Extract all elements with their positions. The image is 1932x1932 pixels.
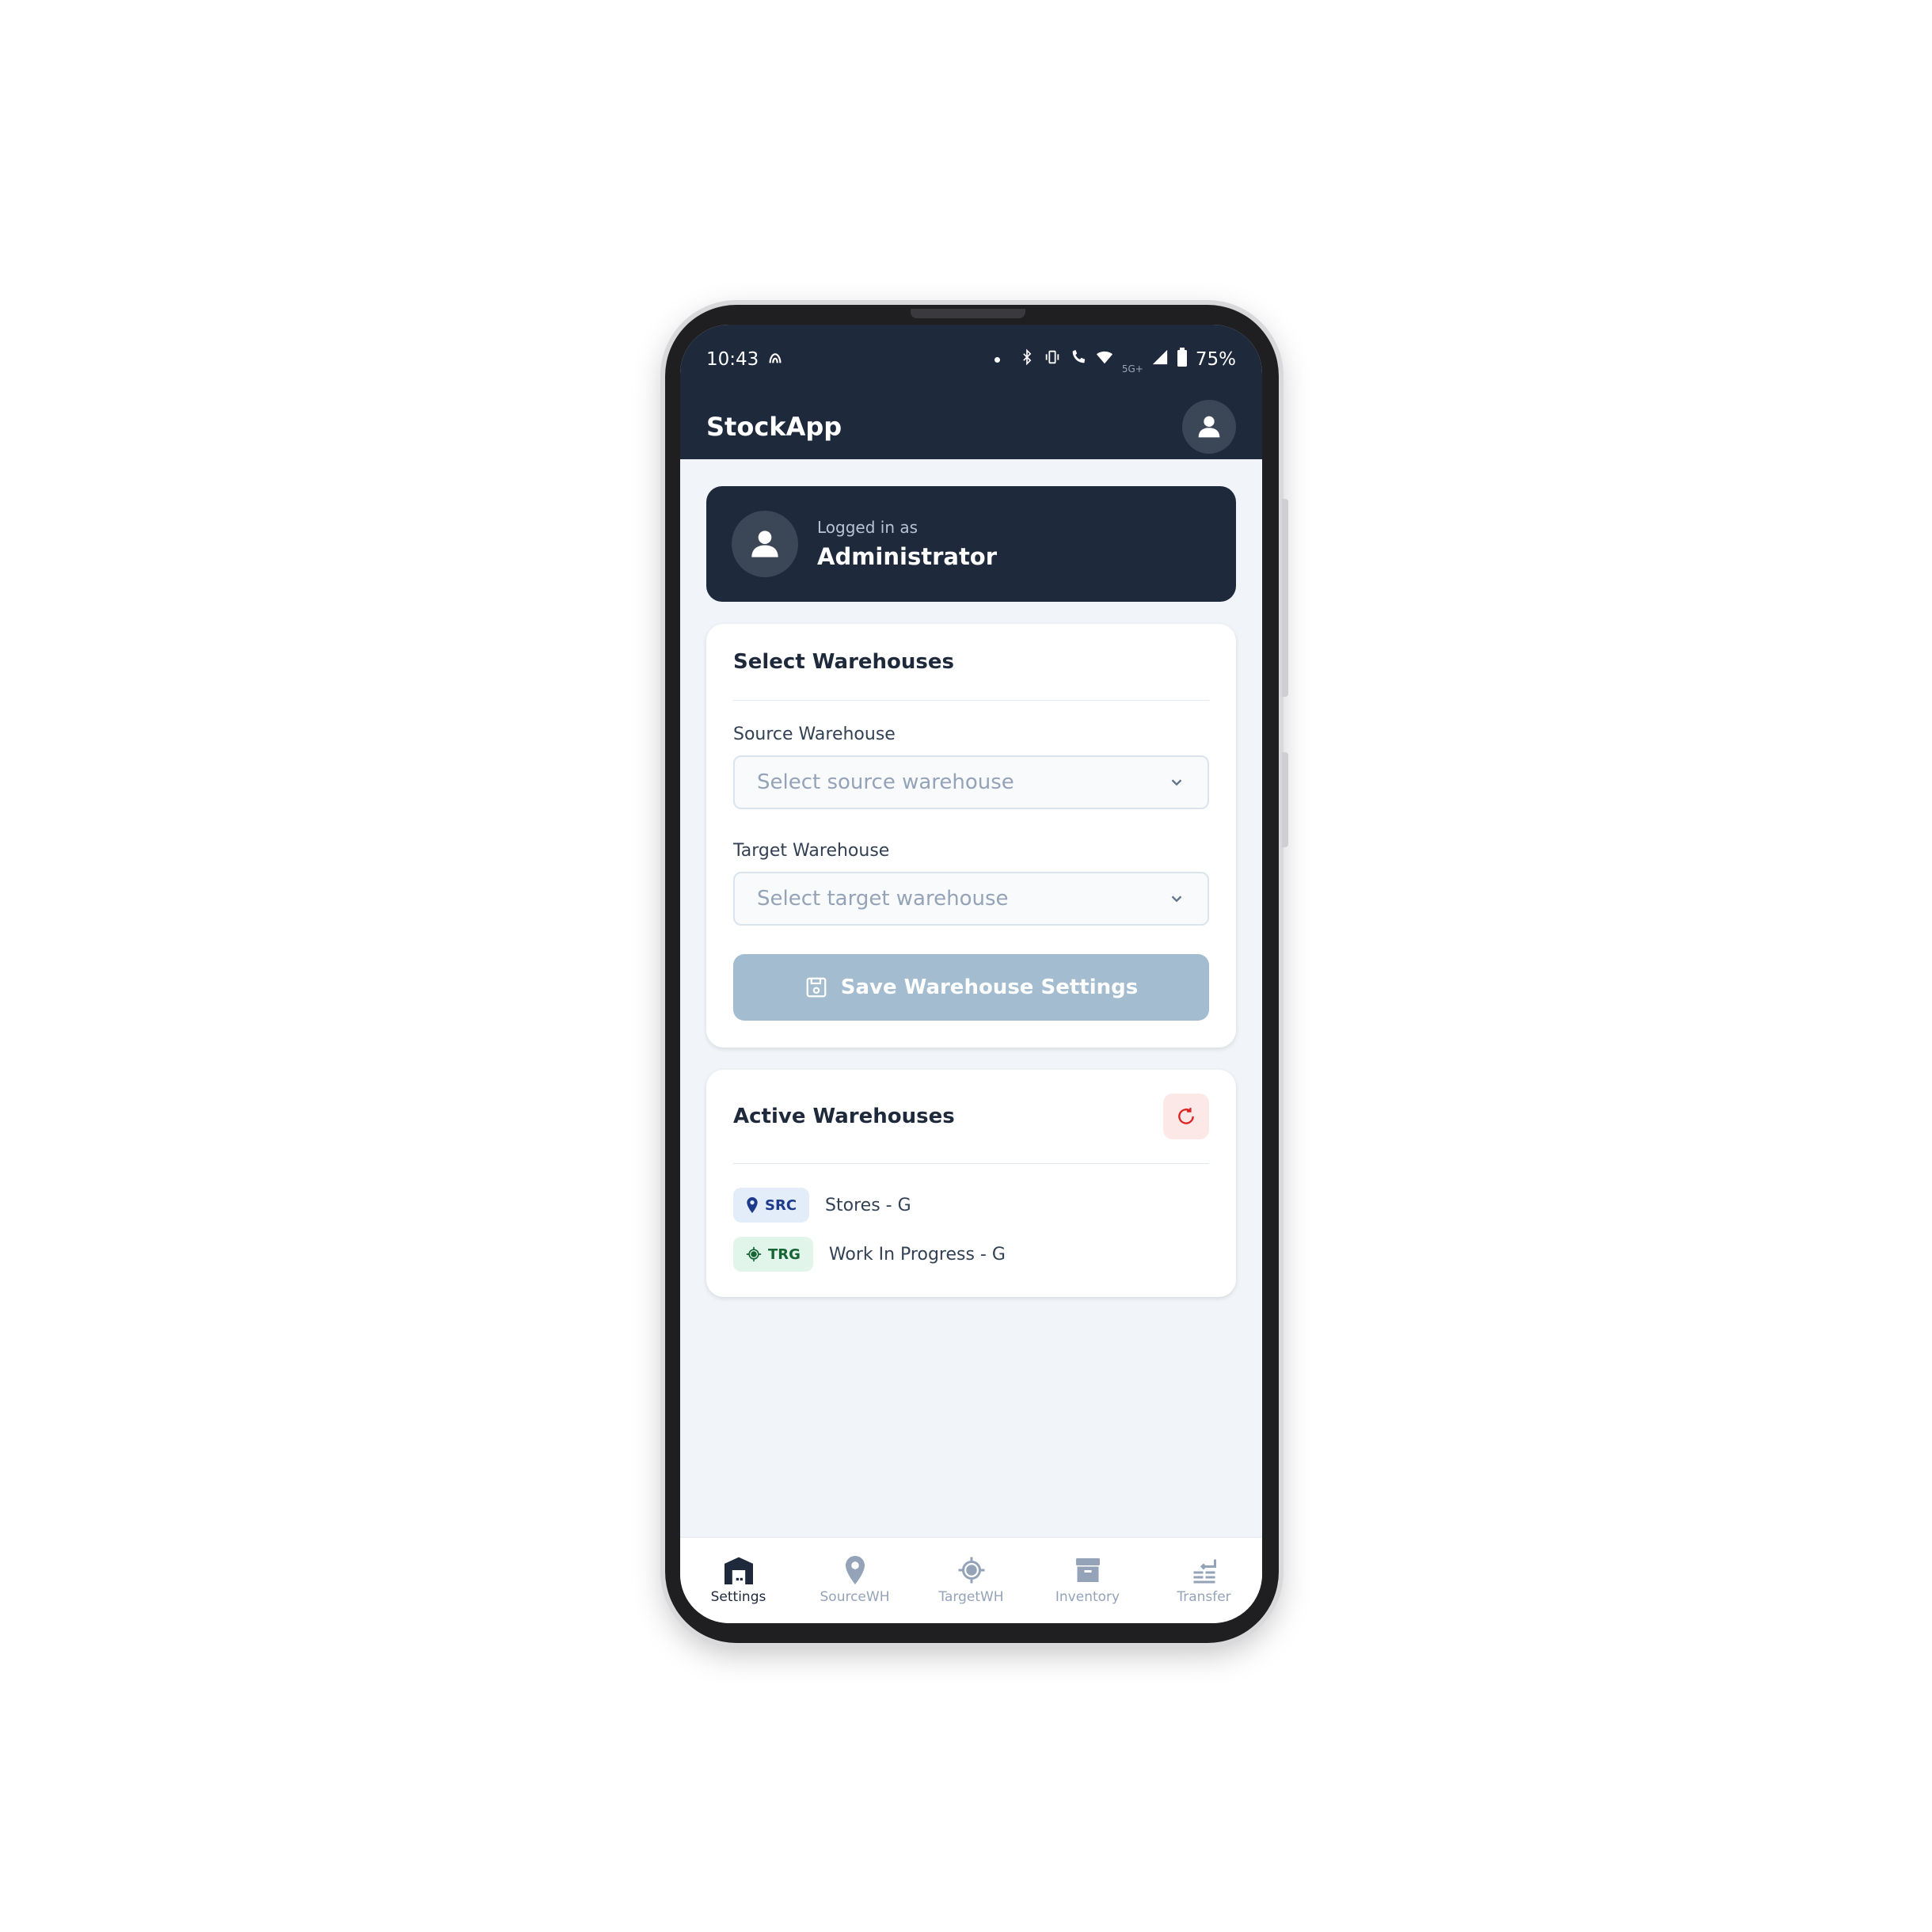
logged-in-label: Logged in as — [817, 518, 918, 537]
warehouse-icon — [724, 1557, 753, 1584]
target-warehouse-label: Target Warehouse — [733, 841, 890, 861]
map-pin-icon — [845, 1556, 865, 1584]
user-icon — [1198, 416, 1220, 438]
chevron-down-icon — [1171, 896, 1182, 903]
user-avatar — [732, 511, 798, 577]
phone-frame: 10:43 5G+ 75% StockApp Logged in as Admi… — [665, 305, 1288, 1643]
card-title: Select Warehouses — [733, 650, 955, 674]
map-pin-icon — [747, 1197, 758, 1213]
phone-speaker — [911, 309, 1025, 318]
notification-dot-icon — [994, 356, 1000, 363]
card-header: Active Warehouses — [733, 1070, 1209, 1164]
wifi-icon — [1095, 348, 1114, 371]
card-title: Active Warehouses — [733, 1105, 955, 1128]
wifi-call-icon — [1070, 348, 1087, 371]
nav-label: Settings — [710, 1589, 766, 1605]
select-warehouses-card: Select Warehouses Source Warehouse Selec… — [706, 624, 1236, 1048]
nav-label: Transfer — [1177, 1589, 1231, 1605]
screen: 10:43 5G+ 75% StockApp Logged in as Admi… — [680, 325, 1262, 1623]
nav-target-wh[interactable]: TargetWH — [916, 1556, 1027, 1605]
source-warehouse-name: Stores - G — [825, 1195, 911, 1215]
user-name: Administrator — [817, 543, 998, 570]
target-warehouse-placeholder: Select target warehouse — [757, 887, 1009, 911]
signal-icon — [1151, 348, 1169, 371]
refresh-button[interactable] — [1163, 1093, 1209, 1139]
archive-box-icon — [1075, 1558, 1100, 1582]
nav-label: TargetWH — [938, 1589, 1004, 1605]
user-icon — [751, 531, 778, 557]
crosshair-icon — [746, 1246, 762, 1262]
assistant-icon — [766, 348, 784, 371]
source-warehouse-placeholder: Select source warehouse — [757, 770, 1014, 794]
app-title: StockApp — [706, 412, 842, 442]
active-warehouses-card: Active Warehouses SRC Stores - G TRG Wor… — [706, 1070, 1236, 1297]
target-warehouse-select[interactable]: Select target warehouse — [733, 872, 1209, 926]
bluetooth-icon — [1019, 348, 1035, 371]
save-button-label: Save Warehouse Settings — [840, 976, 1139, 999]
status-bar: 10:43 5G+ 75% — [680, 325, 1262, 394]
nav-source-wh[interactable]: SourceWH — [800, 1556, 911, 1605]
power-button — [1282, 752, 1288, 847]
transfer-icon — [1193, 1559, 1216, 1584]
save-warehouse-settings-button[interactable]: Save Warehouse Settings — [733, 954, 1209, 1021]
battery-icon — [1177, 348, 1188, 371]
battery-level: 75% — [1195, 349, 1236, 370]
src-badge: SRC — [733, 1188, 810, 1223]
active-warehouse-row-source: SRC Stores - G — [733, 1186, 1209, 1224]
save-icon — [806, 977, 827, 998]
active-warehouse-row-target: TRG Work In Progress - G — [733, 1235, 1209, 1273]
nav-inventory[interactable]: Inventory — [1033, 1556, 1143, 1605]
source-warehouse-label: Source Warehouse — [733, 724, 896, 744]
card-header: Select Warehouses — [733, 624, 1209, 701]
nav-transfer[interactable]: Transfer — [1149, 1556, 1260, 1605]
nav-settings[interactable]: Settings — [683, 1556, 794, 1605]
bottom-navigation: Settings SourceWH TargetWH Inventory Tra… — [680, 1537, 1262, 1623]
source-warehouse-select[interactable]: Select source warehouse — [733, 755, 1209, 809]
vibrate-icon — [1043, 348, 1062, 371]
main-content: Logged in as Administrator Select Wareho… — [680, 459, 1262, 1297]
trg-badge: TRG — [733, 1237, 813, 1272]
target-warehouse-name: Work In Progress - G — [828, 1244, 1006, 1265]
network-type: 5G+ — [1121, 363, 1143, 375]
user-card: Logged in as Administrator — [706, 486, 1236, 602]
nav-label: SourceWH — [820, 1589, 890, 1605]
refresh-icon — [1178, 1108, 1194, 1124]
app-bar: StockApp — [680, 394, 1262, 459]
chevron-down-icon — [1171, 779, 1182, 786]
nav-label: Inventory — [1055, 1589, 1120, 1605]
volume-button — [1282, 499, 1288, 697]
profile-button[interactable] — [1182, 400, 1236, 454]
status-time: 10:43 — [706, 349, 759, 370]
crosshair-icon — [958, 1557, 984, 1584]
